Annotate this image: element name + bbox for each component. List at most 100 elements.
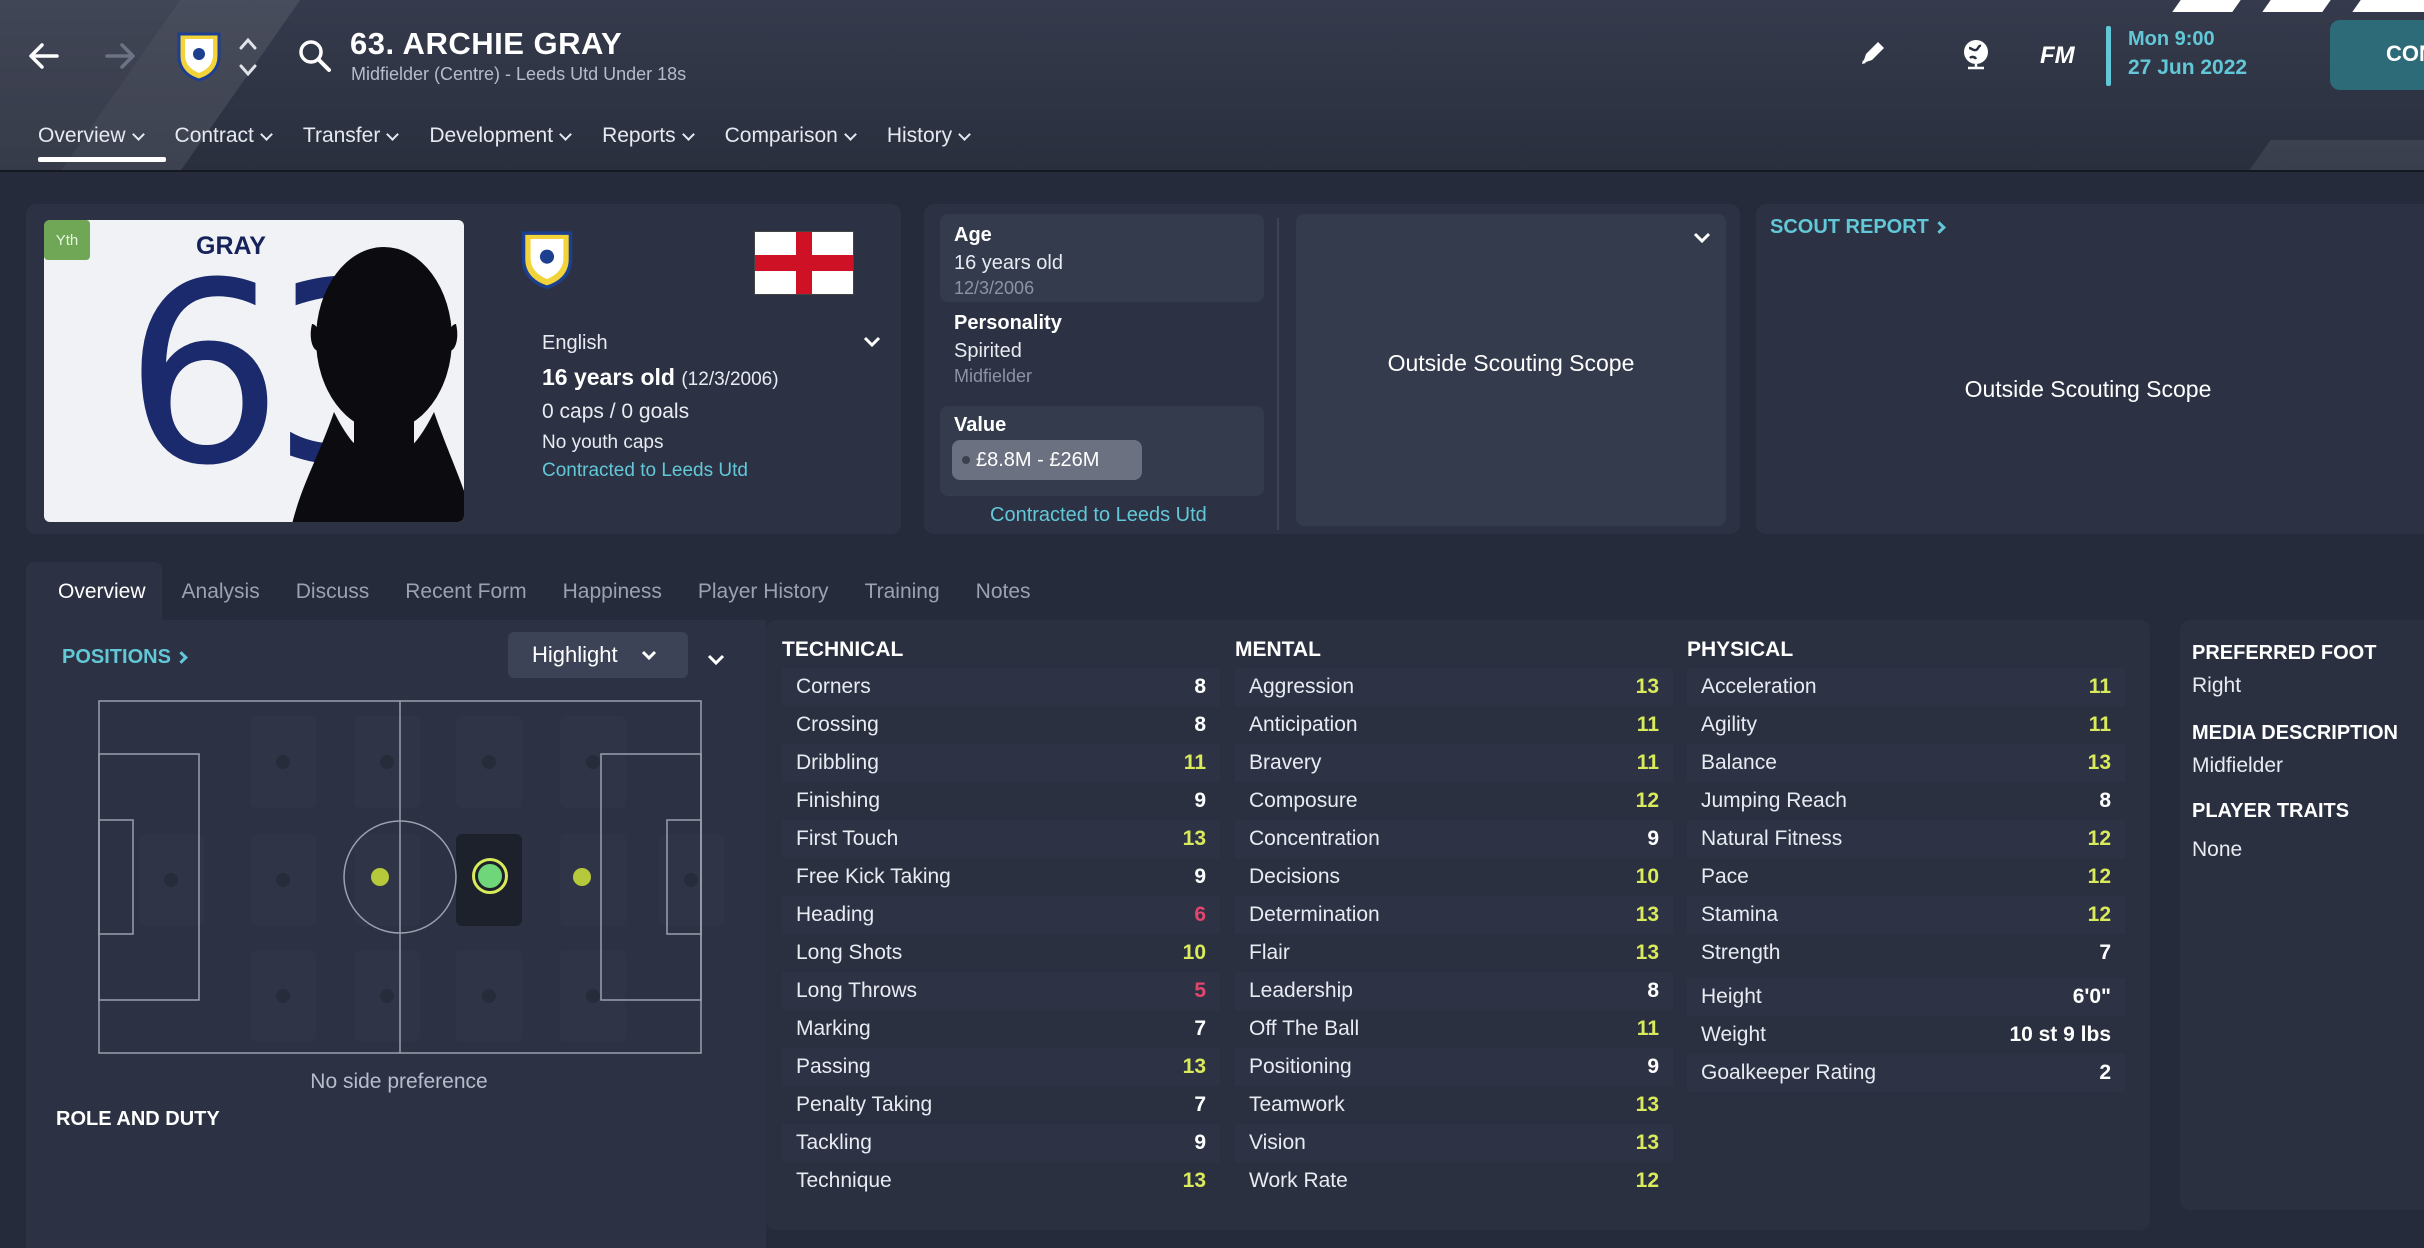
attribute-name: Determination [1249, 903, 1380, 926]
attribute-row[interactable]: Strength 7 [1687, 934, 2125, 972]
attribute-row[interactable]: Long Throws 5 [782, 972, 1220, 1010]
position-dot-mc[interactable] [472, 858, 508, 894]
fm-logo[interactable]: FM [2040, 42, 2075, 70]
scout-report-link[interactable]: SCOUT REPORT [1770, 216, 1946, 239]
edit-icon[interactable] [1858, 40, 1886, 73]
attribute-name: Aggression [1249, 675, 1355, 698]
attribute-row[interactable]: Acceleration 11 [1687, 668, 2125, 706]
positions-link[interactable]: POSITIONS [62, 646, 188, 669]
player-switch-icon[interactable] [236, 34, 260, 80]
attribute-row[interactable]: Stamina 12 [1687, 896, 2125, 934]
attribute-row[interactable]: Height 6'0" [1687, 978, 2125, 1016]
value-label: Value [954, 414, 1007, 436]
back-button[interactable] [19, 31, 69, 81]
attribute-value: 11 [2088, 713, 2111, 736]
tab-training[interactable]: Training [865, 580, 940, 604]
attribute-row[interactable]: Passing 13 [782, 1048, 1220, 1086]
positions-panel: POSITIONS Highlight No side preference R… [26, 620, 766, 1248]
attribute-row[interactable]: Concentration 9 [1235, 820, 1673, 858]
chevron-down-icon[interactable] [1692, 230, 1712, 251]
forward-button[interactable] [95, 31, 145, 81]
attribute-value: 7 [2099, 941, 2111, 964]
tab-list: Overview Analysis Discuss Recent Form Ha… [58, 580, 1067, 604]
divider [1277, 218, 1279, 530]
menu-comparison[interactable]: Comparison [725, 116, 857, 156]
attribute-row[interactable]: First Touch 13 [782, 820, 1220, 858]
contract-link[interactable]: Contracted to Leeds Utd [542, 460, 748, 482]
continue-button[interactable]: CONTINUE [2330, 20, 2424, 90]
attribute-row[interactable]: Pace 12 [1687, 858, 2125, 896]
position-dot-dm[interactable] [371, 868, 389, 886]
role-duty-title: ROLE AND DUTY [56, 1108, 220, 1130]
attribute-name: Teamwork [1249, 1093, 1345, 1116]
menu-overview[interactable]: Overview [38, 116, 145, 156]
menu-history[interactable]: History [887, 116, 972, 156]
menu-development[interactable]: Development [429, 116, 572, 156]
age-text: 16 years old [542, 364, 675, 390]
attribute-row[interactable]: Work Rate 12 [1235, 1162, 1673, 1200]
menu-active-indicator [38, 157, 166, 162]
tab-overview[interactable]: Overview [58, 580, 146, 604]
attribute-row[interactable]: Natural Fitness 12 [1687, 820, 2125, 858]
attribute-row[interactable]: Tackling 9 [782, 1124, 1220, 1162]
attribute-row[interactable]: Long Shots 10 [782, 934, 1220, 972]
chevron-down-icon[interactable] [862, 334, 882, 355]
attribute-name: Balance [1701, 751, 1777, 774]
attribute-row[interactable]: Positioning 9 [1235, 1048, 1673, 1086]
attribute-value: 13 [1182, 827, 1206, 850]
attribute-row[interactable]: Vision 13 [1235, 1124, 1673, 1162]
attribute-row[interactable]: Dribbling 11 [782, 744, 1220, 782]
tab-player-history[interactable]: Player History [698, 580, 829, 604]
attribute-row[interactable]: Weight 10 st 9 lbs [1687, 1016, 2125, 1054]
attribute-name: Crossing [796, 713, 879, 736]
menu-transfer[interactable]: Transfer [303, 116, 400, 156]
attribute-name: Acceleration [1701, 675, 1817, 698]
attribute-value: 9 [1194, 789, 1206, 812]
search-icon[interactable] [297, 38, 333, 79]
position-dot-am[interactable] [573, 868, 591, 886]
club-badge-icon[interactable] [176, 30, 222, 82]
attribute-row[interactable]: Free Kick Taking 9 [782, 858, 1220, 896]
attribute-row[interactable]: Crossing 8 [782, 706, 1220, 744]
chevron-down-icon[interactable] [706, 652, 726, 673]
world-icon[interactable] [1960, 38, 1992, 77]
attribute-row[interactable]: Heading 6 [782, 896, 1220, 934]
attribute-row[interactable]: Marking 7 [782, 1010, 1220, 1048]
value-tag[interactable]: £8.8M - £26M [952, 440, 1142, 480]
attribute-name: Composure [1249, 789, 1358, 812]
attribute-row[interactable]: Composure 12 [1235, 782, 1673, 820]
game-date: 27 Jun 2022 [2128, 56, 2248, 79]
attribute-name: Corners [796, 675, 871, 698]
attribute-row[interactable]: Technique 13 [782, 1162, 1220, 1200]
attribute-row[interactable]: Balance 13 [1687, 744, 2125, 782]
attribute-row[interactable]: Off The Ball 11 [1235, 1010, 1673, 1048]
attribute-row[interactable]: Bravery 11 [1235, 744, 1673, 782]
forward-arrow-icon [105, 43, 135, 69]
attribute-row[interactable]: Anticipation 11 [1235, 706, 1673, 744]
tab-analysis[interactable]: Analysis [182, 580, 260, 604]
attribute-row[interactable]: Corners 8 [782, 668, 1220, 706]
attribute-row[interactable]: Jumping Reach 8 [1687, 782, 2125, 820]
tab-notes[interactable]: Notes [976, 580, 1031, 604]
attribute-name: Leadership [1249, 979, 1353, 1002]
attribute-row[interactable]: Goalkeeper Rating 2 [1687, 1054, 2125, 1092]
attribute-row[interactable]: Teamwork 13 [1235, 1086, 1673, 1124]
highlight-dropdown[interactable]: Highlight [508, 632, 688, 678]
attribute-row[interactable]: Determination 13 [1235, 896, 1673, 934]
attribute-row[interactable]: Aggression 13 [1235, 668, 1673, 706]
attribute-row[interactable]: Penalty Taking 7 [782, 1086, 1220, 1124]
tab-happiness[interactable]: Happiness [563, 580, 662, 604]
attribute-name: Concentration [1249, 827, 1380, 850]
attribute-row[interactable]: Leadership 8 [1235, 972, 1673, 1010]
mental-title: MENTAL [1235, 638, 1321, 661]
attribute-row[interactable]: Flair 13 [1235, 934, 1673, 972]
attribute-row[interactable]: Agility 11 [1687, 706, 2125, 744]
menu-reports[interactable]: Reports [602, 116, 695, 156]
attribute-row[interactable]: Finishing 9 [782, 782, 1220, 820]
tab-discuss[interactable]: Discuss [296, 580, 370, 604]
contract-link-info[interactable]: Contracted to Leeds Utd [990, 504, 1207, 527]
menu-contract[interactable]: Contract [175, 116, 273, 156]
tab-recent-form[interactable]: Recent Form [405, 580, 526, 604]
attribute-name: First Touch [796, 827, 899, 850]
attribute-row[interactable]: Decisions 10 [1235, 858, 1673, 896]
